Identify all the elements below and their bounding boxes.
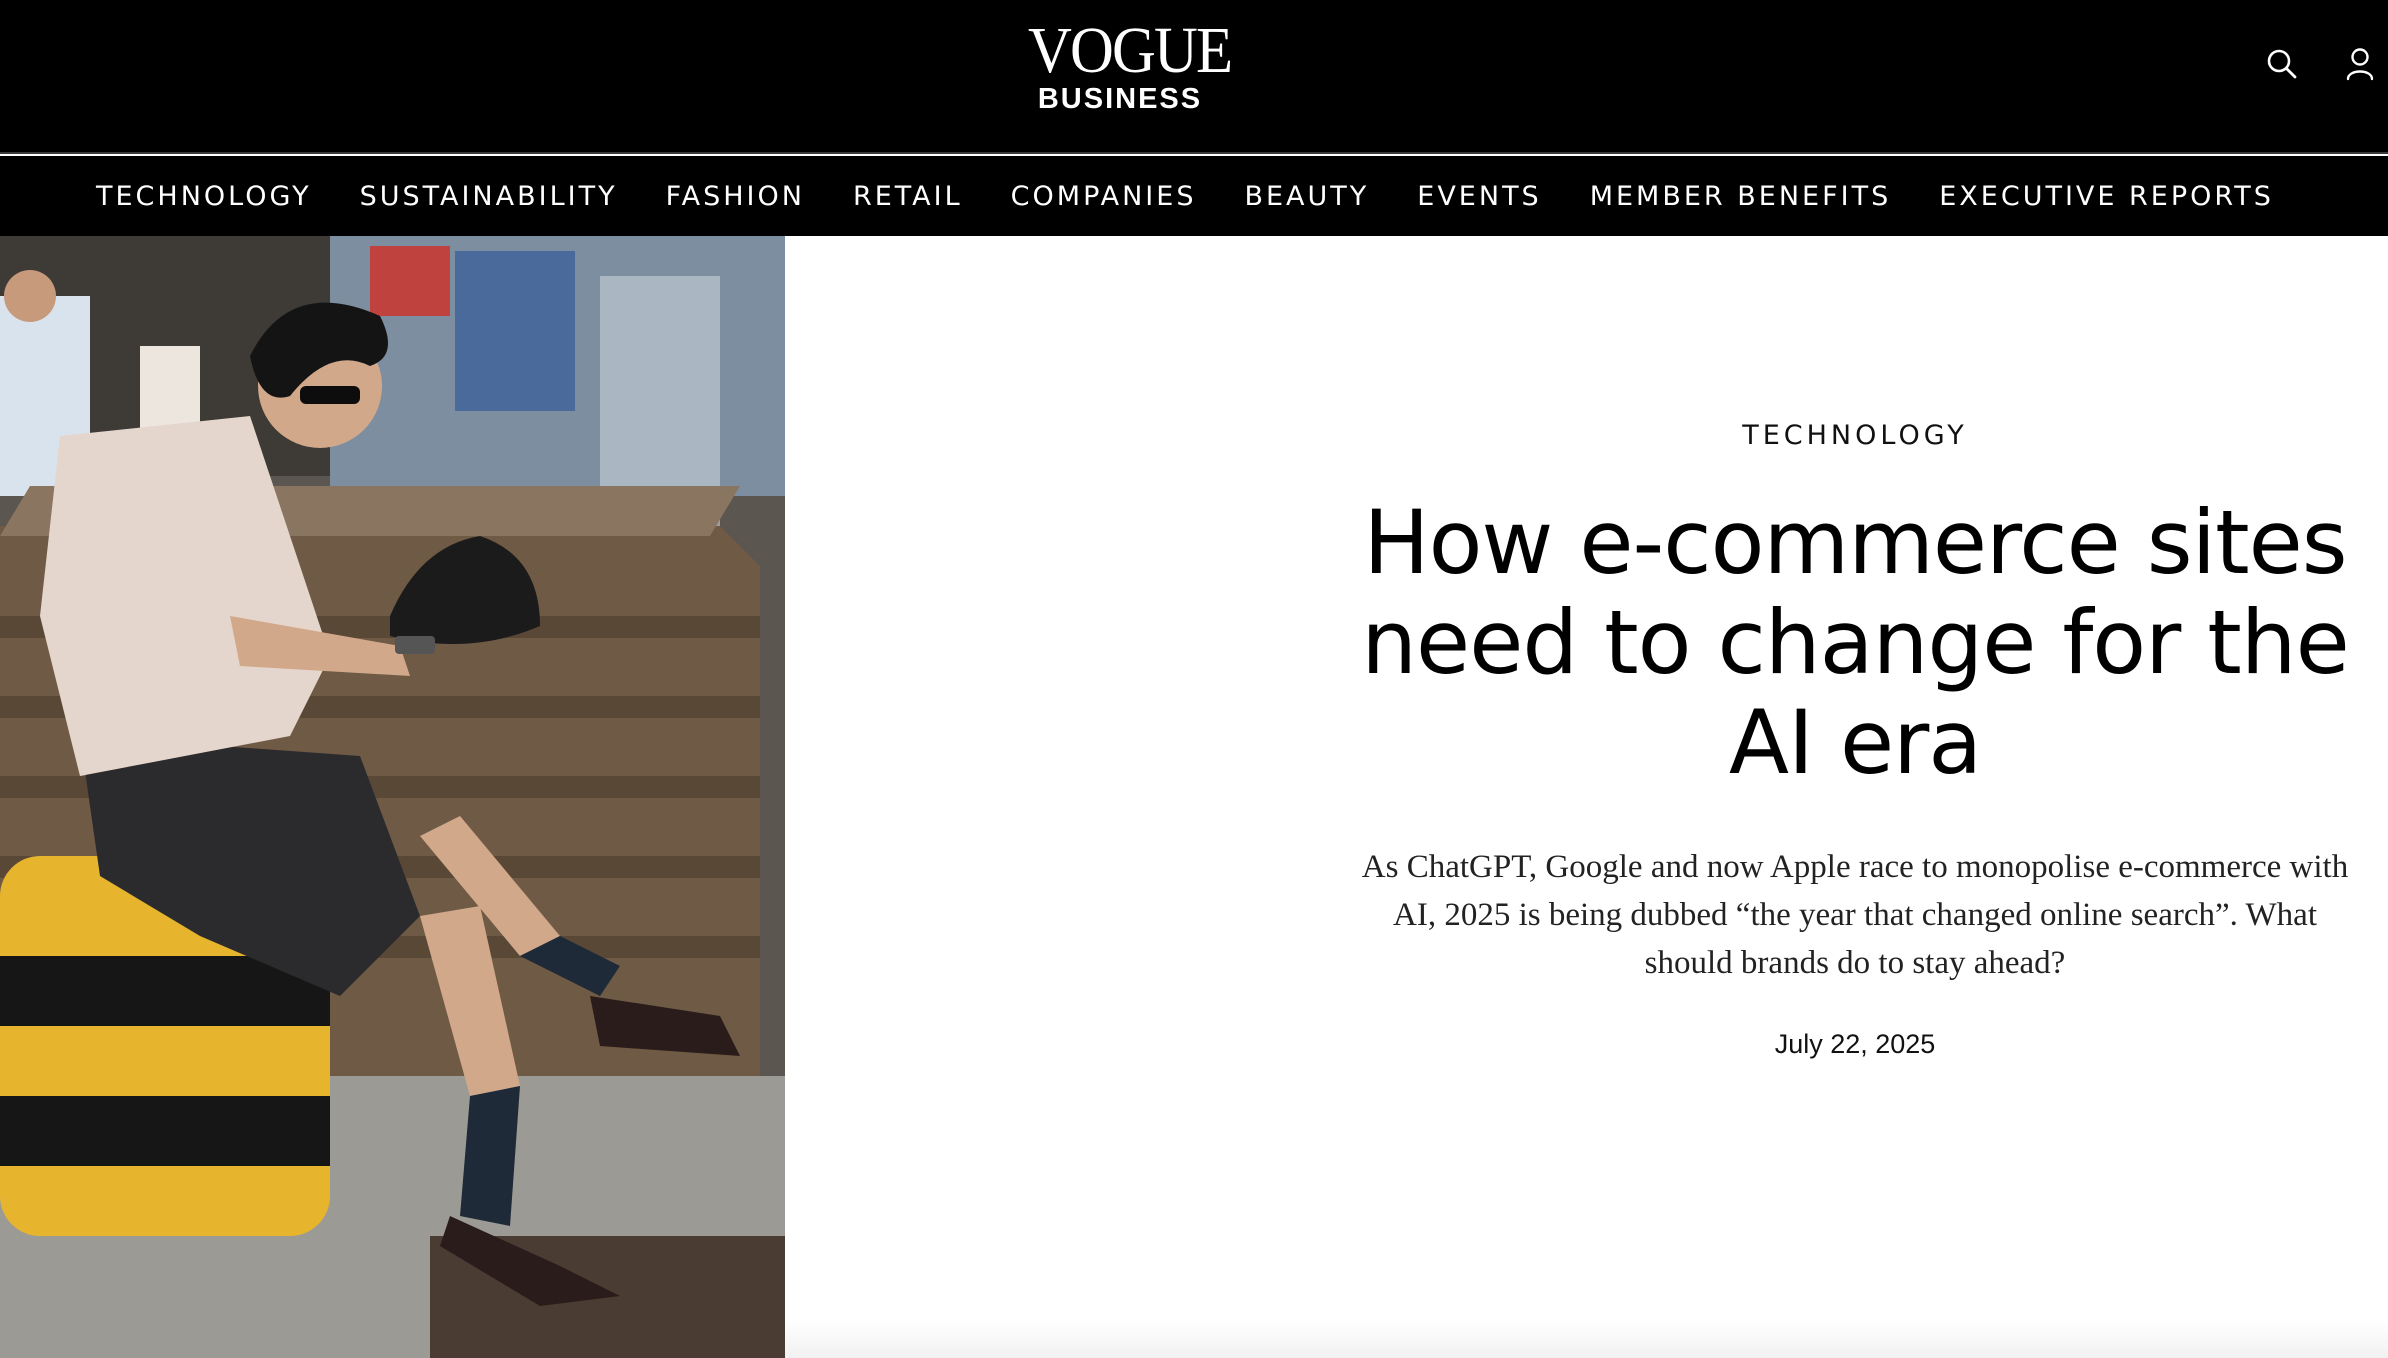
article-headline[interactable]: How e-commerce sites need to change for … (1340, 493, 2370, 793)
nav-item-fashion[interactable]: FASHION (666, 181, 805, 212)
nav-item-retail[interactable]: RETAIL (853, 181, 963, 212)
nav-item-executive-reports[interactable]: EXECUTIVE REPORTS (1939, 181, 2274, 212)
search-button[interactable] (2262, 44, 2302, 84)
nav-item-technology[interactable]: TECHNOLOGY (96, 181, 312, 212)
account-button[interactable] (2340, 44, 2380, 84)
page-bottom-edge (785, 1320, 2388, 1358)
logo-wordmark: VOGUE (1028, 14, 1233, 87)
vogue-business-logo[interactable]: VOGUE BUSINESS (1020, 14, 1233, 118)
nav-item-sustainability[interactable]: SUSTAINABILITY (360, 181, 618, 212)
article-dek: As ChatGPT, Google and now Apple race to… (1361, 849, 2349, 981)
logo-subtitle: BUSINESS (1037, 83, 1203, 115)
nav-item-events[interactable]: EVENTS (1417, 181, 1541, 212)
nav-item-beauty[interactable]: BEAUTY (1244, 181, 1369, 212)
site-header: VOGUE BUSINESS (0, 0, 2388, 154)
article-category-link[interactable]: TECHNOLOGY (1742, 420, 1968, 451)
search-icon (2267, 49, 2297, 79)
street-style-photo (0, 236, 785, 1358)
article-hero-image[interactable] (0, 236, 785, 1358)
user-icon (2346, 48, 2374, 81)
article-summary: TECHNOLOGY How e-commerce sites need to … (1340, 420, 2370, 1060)
nav-item-companies[interactable]: COMPANIES (1011, 181, 1197, 212)
main-nav: TECHNOLOGY SUSTAINABILITY FASHION RETAIL… (0, 156, 2388, 236)
article-date: July 22, 2025 (1774, 1029, 1936, 1059)
nav-item-member-benefits[interactable]: MEMBER BENEFITS (1590, 181, 1892, 212)
nav-list: TECHNOLOGY SUSTAINABILITY FASHION RETAIL… (0, 156, 2388, 236)
